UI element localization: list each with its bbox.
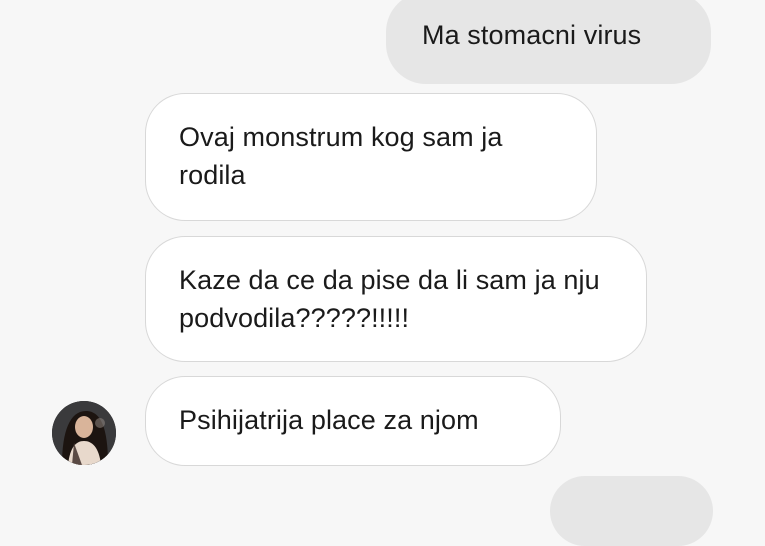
message-text: Ma stomacni virus: [422, 20, 642, 50]
outgoing-message-bubble[interactable]: [550, 476, 713, 546]
incoming-message-bubble[interactable]: Psihijatrija place za njom: [145, 376, 561, 466]
incoming-message-bubble[interactable]: Kaze da ce da pise da li sam ja nju podv…: [145, 236, 647, 362]
chat-thread: Ma stomacni virus Ovaj monstrum kog sam …: [0, 0, 765, 546]
message-text: Psihijatrija place za njom: [179, 405, 479, 435]
message-text: Ovaj monstrum kog sam ja rodila: [179, 122, 503, 190]
message-text: Kaze da ce da pise da li sam ja nju podv…: [179, 265, 600, 333]
avatar-photo-icon: [52, 401, 116, 465]
outgoing-message-bubble[interactable]: Ma stomacni virus: [386, 0, 711, 84]
contact-avatar[interactable]: [52, 401, 116, 465]
incoming-message-bubble[interactable]: Ovaj monstrum kog sam ja rodila: [145, 93, 597, 221]
